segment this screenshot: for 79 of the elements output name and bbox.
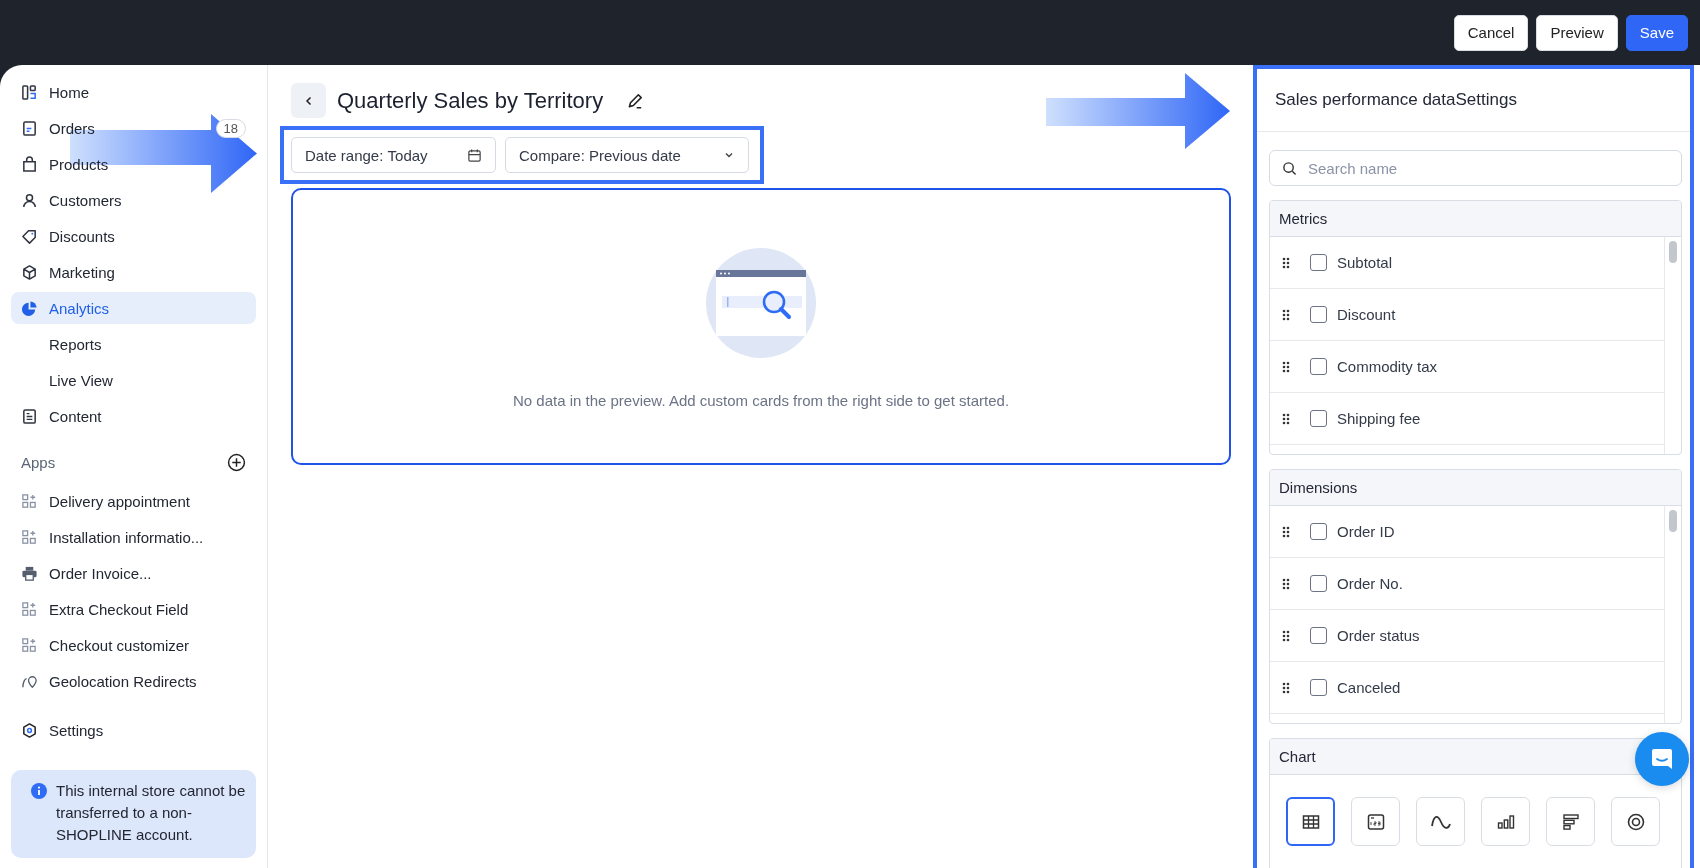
drag-handle-icon[interactable] [1282,525,1290,538]
bar-chart-icon [1560,811,1581,832]
toolbar-button[interactable]: Preview [1536,14,1618,51]
drag-handle-icon[interactable] [1282,681,1290,694]
save-button[interactable]: Save [1625,14,1688,51]
field-label: Discount [1337,306,1396,323]
app-item[interactable]: Extra Checkout Field [11,593,256,625]
field-label: Subtotal [1337,254,1393,271]
field-label: Canceled [1337,679,1401,696]
nav-subitem[interactable]: Live View [11,364,256,396]
page-title: Quarterly Sales by Territory [337,87,604,114]
drag-handle-icon[interactable] [1282,629,1290,642]
drag-handle-icon[interactable] [1282,577,1290,590]
checkbox[interactable] [1310,410,1327,427]
donut-chart-icon [1625,811,1646,832]
home-icon [21,83,38,101]
section-header: Dimensions [1270,470,1681,506]
section-header: Metrics [1270,201,1681,237]
notice-text: This internal store cannot be transferred to a non-SHOPLINE account. [56,781,246,845]
field-label: Order ID [1337,523,1395,540]
nav-item[interactable]: Settings [11,714,256,746]
settings-icon [21,721,38,739]
drag-handle-icon[interactable] [1282,360,1290,373]
empty-state-message: No data in the preview. Add custom cards from the right side to get started. [512,392,1010,409]
field-label: Shipping fee [1337,410,1421,427]
section-heading: Apps [21,453,56,471]
apps-grid-icon [21,636,38,654]
checkbox[interactable] [1310,306,1327,323]
bag-icon [21,155,38,173]
number-card-icon [1365,811,1386,832]
cube-icon [21,263,38,281]
printer-icon [21,564,38,582]
panel-title: Sales performance dataSettings [1275,90,1517,110]
search-icon [1282,161,1297,176]
nav-item[interactable]: Analytics [11,292,256,324]
count-badge: 18 [215,118,246,138]
field-label: Commodity tax [1337,358,1438,375]
app-item[interactable]: Checkout customizer [11,629,256,661]
chevron-left-icon [303,95,314,106]
checkbox[interactable] [1310,523,1327,540]
nav-item[interactable]: Home [11,76,256,108]
filter-button[interactable]: Compare: Previous date [505,137,749,173]
nav-item[interactable]: Customers [11,184,256,216]
app-item[interactable]: Geolocation Redirects [11,665,256,697]
apps-grid-icon [21,600,38,618]
pencil-icon[interactable] [626,91,645,110]
page-icon [21,407,38,425]
drag-handle-icon[interactable] [1282,308,1290,321]
checkbox[interactable] [1310,575,1327,592]
apps-grid-icon [21,528,38,546]
app-item[interactable]: Installation informatio... [11,521,256,553]
checkbox[interactable] [1310,358,1327,375]
nav-item[interactable]: Products [11,148,256,180]
filter-button[interactable]: Date range: Today [291,137,496,173]
pie-chart-icon [21,299,38,317]
info-icon [31,783,47,799]
app-item[interactable]: Delivery appointment [11,485,256,517]
toolbar-button[interactable]: Cancel [1453,14,1529,51]
checkbox[interactable] [1310,254,1327,271]
field-label: Order status [1337,627,1420,644]
nav-item[interactable]: Content [11,400,256,432]
tag-icon [21,227,38,245]
nav-item[interactable]: Discounts [11,220,256,252]
nav-item[interactable]: Marketing [11,256,256,288]
nav-subitem[interactable]: Reports [11,328,256,360]
field-label: Order No. [1337,575,1403,592]
search-field[interactable]: Search name [1269,150,1682,186]
chat-icon [1649,746,1675,772]
document-icon [21,119,38,137]
app-item[interactable]: Order Invoice... [11,557,256,589]
calendar-icon [467,147,482,163]
user-icon [21,191,38,209]
add-icon[interactable] [227,452,246,472]
apps-grid-icon [21,492,38,510]
checkbox[interactable] [1310,679,1327,696]
checkbox[interactable] [1310,627,1327,644]
drag-handle-icon[interactable] [1282,412,1290,425]
chart-type-button[interactable] [1286,797,1335,846]
drag-handle-icon[interactable] [1282,256,1290,269]
